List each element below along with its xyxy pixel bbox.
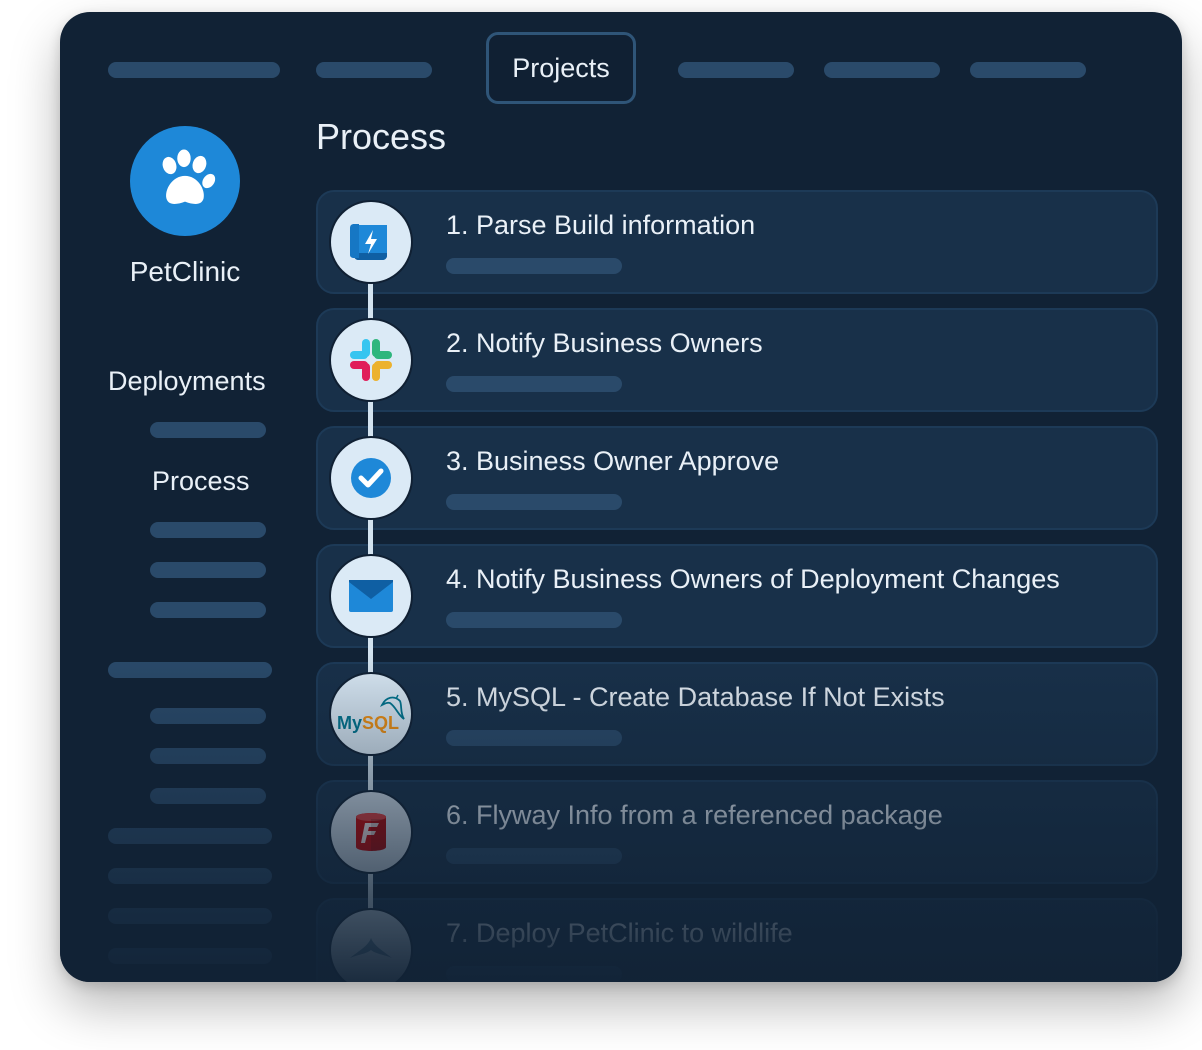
step-placeholder-bar	[446, 494, 622, 510]
sidebar-placeholder[interactable]	[108, 908, 272, 924]
step-placeholder-bar	[446, 376, 622, 392]
nav-placeholder-1[interactable]	[108, 62, 280, 78]
sidebar-placeholder[interactable]	[108, 828, 272, 844]
step-icon	[331, 792, 411, 872]
step-icon	[331, 438, 411, 518]
step-title: 6. Flyway Info from a referenced package	[446, 800, 943, 830]
sidebar-placeholder[interactable]	[108, 662, 272, 678]
step-title: 1. Parse Build information	[446, 210, 756, 240]
sidebar-placeholder[interactable]	[150, 708, 266, 724]
sidebar-placeholder[interactable]	[150, 788, 266, 804]
step-title: 2. Notify Business Owners	[446, 328, 763, 358]
sidebar-placeholder[interactable]	[150, 522, 266, 538]
process-step[interactable]: 6. Flyway Info from a referenced package	[316, 780, 1158, 884]
process-step[interactable]: 5. MySQL - Create Database If Not Exists	[316, 662, 1158, 766]
process-step[interactable]: 1. Parse Build information	[316, 190, 1158, 294]
step-placeholder-bar	[446, 612, 622, 628]
sidebar-item-process[interactable]: Process	[152, 466, 250, 497]
process-step[interactable]: 2. Notify Business Owners	[316, 308, 1158, 412]
nav-placeholder-2[interactable]	[316, 62, 432, 78]
slack-icon	[350, 339, 392, 381]
app-name: PetClinic	[129, 256, 241, 287]
sidebar-placeholder[interactable]	[150, 562, 266, 578]
process-step[interactable]: 7. Deploy PetClinic to wildlife	[316, 898, 1158, 982]
step-placeholder-bar	[446, 966, 622, 982]
step-icon	[331, 556, 411, 636]
process-step[interactable]: 4. Notify Business Owners of Deployment …	[316, 544, 1158, 648]
sidebar-placeholder[interactable]	[108, 948, 272, 964]
nav-placeholder-4[interactable]	[824, 62, 940, 78]
wildfly-icon	[350, 938, 392, 958]
flyway-icon	[356, 813, 386, 851]
step-icon	[331, 202, 411, 282]
mysql-icon-label: MySQL	[337, 713, 399, 733]
step-placeholder-bar	[446, 848, 622, 864]
process-step[interactable]: 3. Business Owner Approve	[316, 426, 1158, 530]
nav-placeholder-5[interactable]	[970, 62, 1086, 78]
step-placeholder-bar	[446, 258, 622, 274]
sidebar-placeholder[interactable]	[150, 602, 266, 618]
sidebar-item-deployments[interactable]: Deployments	[108, 366, 266, 397]
sidebar-placeholder[interactable]	[108, 868, 272, 884]
step-title: 4. Notify Business Owners of Deployment …	[446, 564, 1060, 594]
sidebar-placeholder[interactable]	[150, 748, 266, 764]
mysql-icon: MySQL	[337, 694, 405, 733]
checkmark-icon	[351, 458, 391, 498]
build-info-scroll-icon	[350, 224, 387, 260]
page-title: Process	[316, 116, 447, 157]
step-icon: MySQL	[331, 674, 411, 754]
paw-icon	[162, 149, 216, 204]
app-window: Projects PetClinic Deployments Process P…	[60, 12, 1182, 982]
nav-placeholder-3[interactable]	[678, 62, 794, 78]
email-icon	[349, 580, 393, 612]
step-icon	[331, 320, 411, 400]
step-title: 7. Deploy PetClinic to wildlife	[446, 918, 793, 948]
app-logo	[130, 126, 240, 236]
step-placeholder-bar	[446, 730, 622, 746]
step-title: 3. Business Owner Approve	[446, 446, 780, 476]
sidebar-placeholder[interactable]	[150, 422, 266, 438]
tab-projects[interactable]: Projects	[486, 32, 636, 104]
step-title: 5. MySQL - Create Database If Not Exists	[446, 682, 945, 712]
step-icon	[331, 910, 411, 982]
